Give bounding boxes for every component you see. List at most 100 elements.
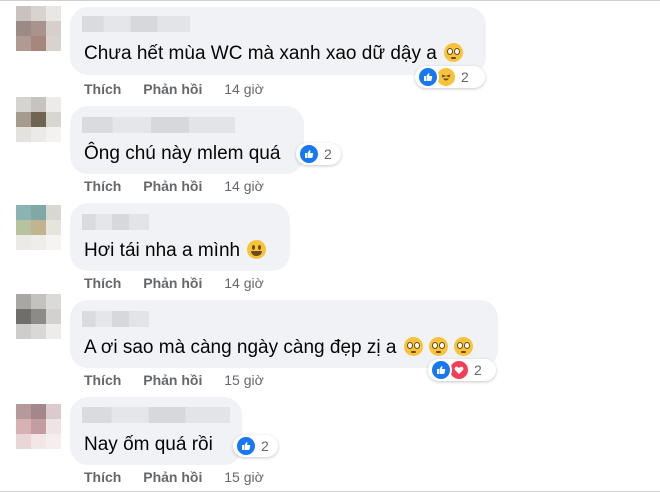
avatar-pixel [46,6,61,21]
reaction-summary[interactable]: 2 [428,359,496,381]
reaction-count: 2 [261,438,269,454]
avatar-pixel [16,294,31,309]
reply-button[interactable]: Phản hồi [143,81,202,97]
avatar-pixel [31,21,46,36]
comment-text: A ơi sao mà càng ngày càng đẹp zị a [84,337,474,359]
comment-bubble: Chưa hết mùa WC mà xanh xao dữ dậy a [70,7,486,75]
avatar-pixel [46,324,61,339]
avatar-pixel [31,309,46,324]
reply-button[interactable]: Phản hồi [143,372,202,388]
comment-text-content: Chưa hết mùa WC mà xanh xao dữ dậy a [84,43,437,64]
reaction-summary[interactable]: 2 [233,435,278,457]
thumbs-up-icon [298,143,320,165]
avatar-pixel [16,235,31,250]
comment-bubble: Ông chú này mlem quá [70,106,304,174]
thumbs-up-icon [430,359,452,381]
avatar-pixel [46,205,61,220]
reaction-count: 2 [461,69,469,85]
comment-text: Hơi tái nha a mình [84,240,267,262]
comment-text: Ông chú này mlem quá [84,143,280,165]
avatar-pixel [16,127,31,142]
avatar-pixel [16,36,31,51]
reply-button[interactable]: Phản hồi [143,178,202,194]
avatar-pixel [46,309,61,324]
timestamp[interactable]: 14 giờ [224,178,264,194]
reply-button[interactable]: Phản hồi [143,469,202,485]
comment-actions: Thích Phản hồi 14 giờ [84,81,264,97]
avatar-pixel [46,21,61,36]
avatar-pixel [16,112,31,127]
avatar-pixel [16,404,31,419]
avatar[interactable] [16,294,61,339]
timestamp[interactable]: 14 giờ [224,81,264,97]
grinning-face-emoji [247,240,267,259]
top-border [0,0,660,1]
avatar-pixel [31,324,46,339]
reaction-count: 2 [324,146,332,162]
avatar[interactable] [16,205,61,250]
avatar[interactable] [16,404,61,449]
author-name-blurred[interactable] [82,407,230,423]
avatar-pixel [31,97,46,112]
avatar-pixel [16,419,31,434]
avatar-pixel [31,205,46,220]
reaction-summary[interactable]: 2 [415,66,485,88]
avatar-pixel [16,97,31,112]
author-name-blurred[interactable] [82,311,149,327]
like-button[interactable]: Thích [84,372,121,388]
avatar-pixel [31,112,46,127]
comment-actions: Thích Phản hồi 14 giờ [84,178,264,194]
avatar-pixel [16,6,31,21]
author-name-blurred[interactable] [82,214,149,230]
like-button[interactable]: Thích [84,469,121,485]
comment-text-content: Nay ốm quá rồi [84,434,213,455]
avatar-pixel [16,220,31,235]
author-name-blurred[interactable] [82,117,235,133]
reaction-summary[interactable]: 2 [296,143,341,165]
comment-bubble: Hơi tái nha a mình [70,203,290,271]
like-button[interactable]: Thích [84,81,121,97]
author-name-blurred[interactable] [82,16,190,32]
avatar-pixel [31,235,46,250]
timestamp[interactable]: 15 giờ [224,469,264,485]
comment-text-content: Ông chú này mlem quá [84,143,281,164]
avatar-pixel [16,434,31,449]
thumbs-up-icon [417,66,439,88]
thumbs-up-icon [235,435,257,457]
comment-actions: Thích Phản hồi 15 giờ [84,469,264,485]
avatar-pixel [31,36,46,51]
timestamp[interactable]: 15 giờ [224,372,264,388]
comment-bubble: Nay ốm quá rồi [70,397,242,465]
reaction-count: 2 [474,362,482,378]
avatar-pixel [46,235,61,250]
avatar-pixel [46,434,61,449]
comment-text-content: A ơi sao mà càng ngày càng đẹp zị a [84,337,397,358]
pleading-face-emoji [454,337,474,356]
comment-text-content: Hơi tái nha a mình [84,240,241,261]
avatar-pixel [16,205,31,220]
avatar-pixel [46,127,61,142]
comment-text: Chưa hết mùa WC mà xanh xao dữ dậy a [84,43,464,65]
comment-actions: Thích Phản hồi 14 giờ [84,275,264,291]
avatar[interactable] [16,97,61,142]
comment-bubble: A ơi sao mà càng ngày càng đẹp zị a [70,300,498,368]
avatar-pixel [46,294,61,309]
avatar-pixel [31,294,46,309]
avatar-pixel [46,112,61,127]
comment-actions: Thích Phản hồi 15 giờ [84,372,264,388]
like-button[interactable]: Thích [84,178,121,194]
avatar[interactable] [16,6,61,51]
avatar-pixel [16,324,31,339]
avatar-pixel [31,404,46,419]
avatar-pixel [46,36,61,51]
avatar-pixel [46,419,61,434]
pleading-face-emoji [403,337,423,356]
avatar-pixel [16,21,31,36]
avatar-pixel [46,404,61,419]
reply-button[interactable]: Phản hồi [143,275,202,291]
like-button[interactable]: Thích [84,275,121,291]
timestamp[interactable]: 14 giờ [224,275,264,291]
comment-text: Nay ốm quá rồi [84,434,213,456]
avatar-pixel [46,97,61,112]
avatar-pixel [31,220,46,235]
